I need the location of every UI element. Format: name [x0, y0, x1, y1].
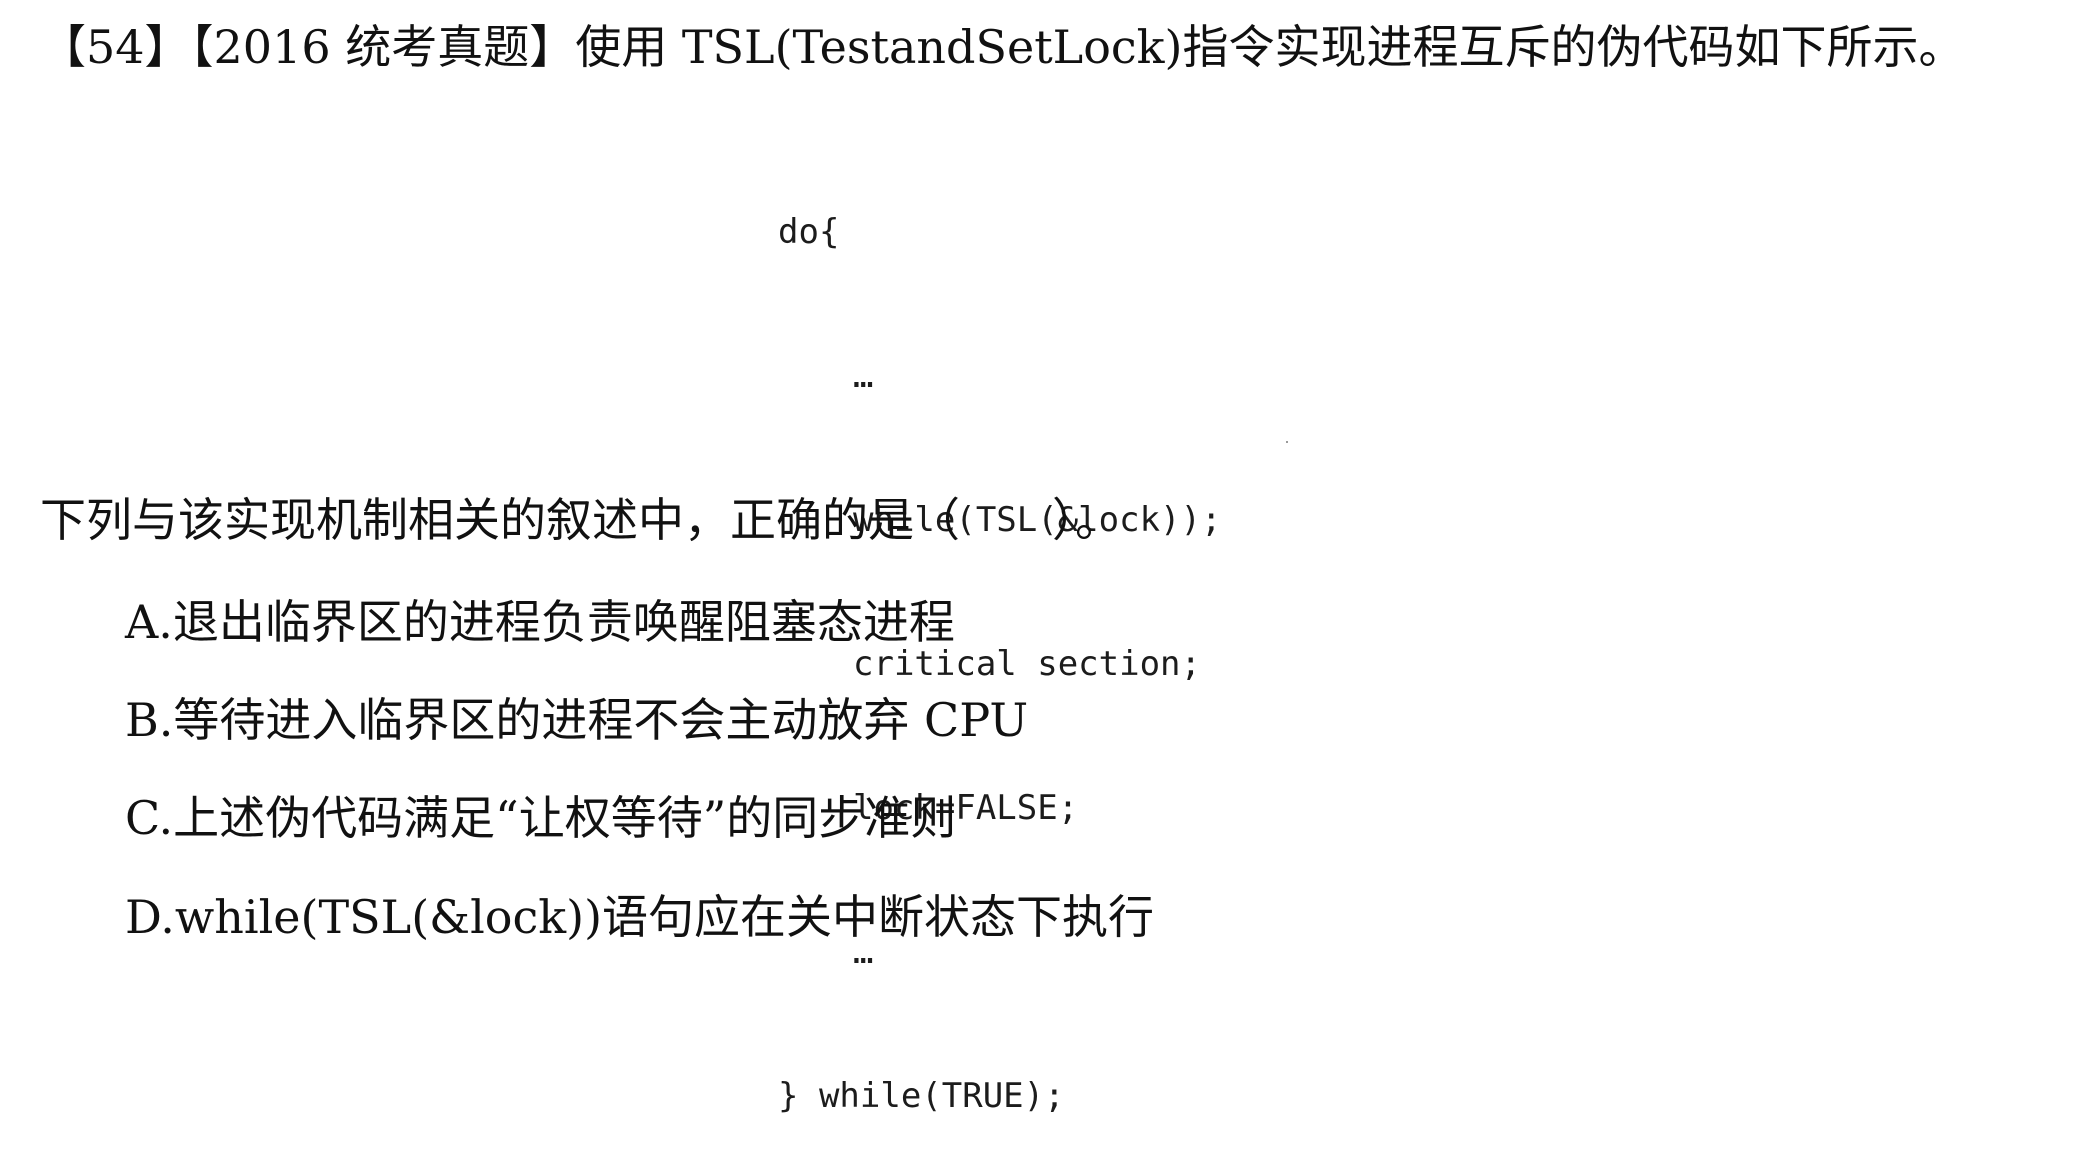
code-line-while-true: } while(TRUE);: [778, 1076, 1065, 1116]
question-title: 【54】【2016 统考真题】使用 TSL(TestandSetLock)指令实…: [40, 20, 1965, 74]
code-line-ellipsis-top: …: [853, 356, 874, 396]
option-b: B.等待进入临界区的进程不会主动放弃 CPU: [125, 693, 1029, 747]
scan-speck: [1286, 441, 1288, 443]
code-line-do-open: do{: [778, 212, 840, 252]
option-a: A.退出临界区的进程负责唤醒阻塞态进程: [125, 595, 955, 649]
option-c: C.上述伪代码满足“让权等待”的同步准则: [125, 791, 957, 845]
question-stem: 下列与该实现机制相关的叙述中，正确的是（ ）。: [40, 493, 1121, 547]
page: { "question": { "title": "【54】【2016 统考真题…: [0, 0, 2081, 1116]
option-d: D.while(TSL(&lock))语句应在关中断状态下执行: [125, 890, 1155, 944]
